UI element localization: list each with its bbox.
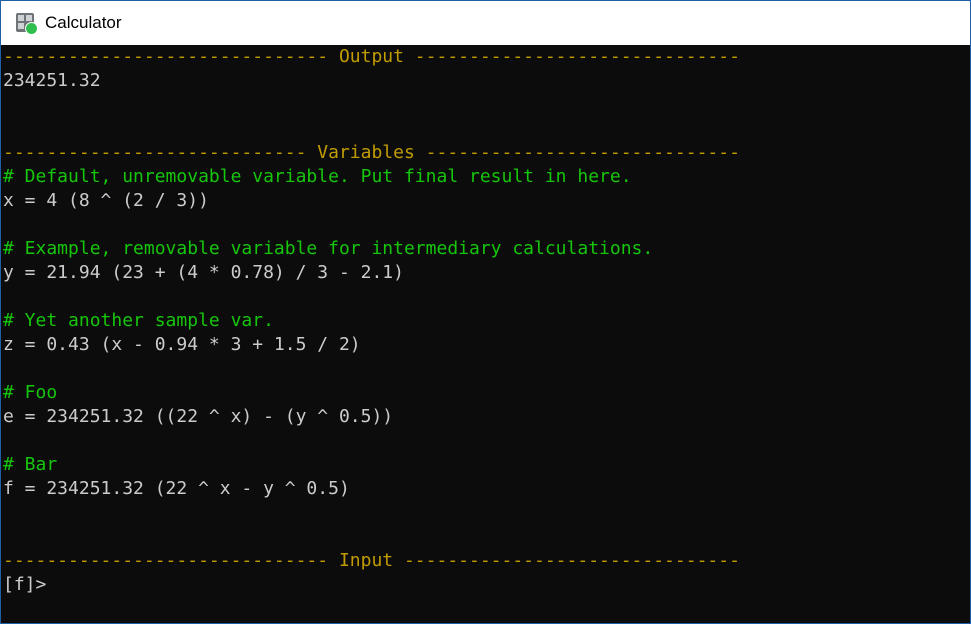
variable-expression: e = 234251.32 ((22 ^ x) - (y ^ 0.5))	[3, 406, 394, 427]
calculator-app-icon	[15, 12, 38, 35]
variable-comment: # Foo	[3, 382, 58, 403]
variable-comment: # Yet another sample var.	[3, 310, 274, 331]
window-title: Calculator	[45, 13, 122, 32]
title-bar[interactable]: Calculator	[1, 0, 970, 45]
variables-header: ---------------------------- Variables -…	[3, 142, 740, 163]
output-header: ------------------------------ Output --…	[3, 46, 740, 67]
output-value: 234251.32	[3, 70, 101, 91]
variable-comment: # Default, unremovable variable. Put fin…	[3, 166, 632, 187]
variable-expression: z = 0.43 (x - 0.94 * 3 + 1.5 / 2)	[3, 334, 361, 355]
variable-expression: f = 234251.32 (22 ^ x - y ^ 0.5)	[3, 478, 350, 499]
input-prompt[interactable]: [f]>	[3, 573, 970, 597]
variable-comment: # Example, removable variable for interm…	[3, 238, 654, 259]
variable-expression: y = 21.94 (23 + (4 * 0.78) / 3 - 2.1)	[3, 262, 404, 283]
variable-expression: x = 4 (8 ^ (2 / 3))	[3, 190, 209, 211]
variable-comment: # Bar	[3, 454, 58, 475]
input-header: ------------------------------ Input ---…	[3, 550, 740, 571]
calculator-window: Calculator -----------------------------…	[0, 0, 971, 624]
console-area[interactable]: ------------------------------ Output --…	[1, 45, 970, 623]
